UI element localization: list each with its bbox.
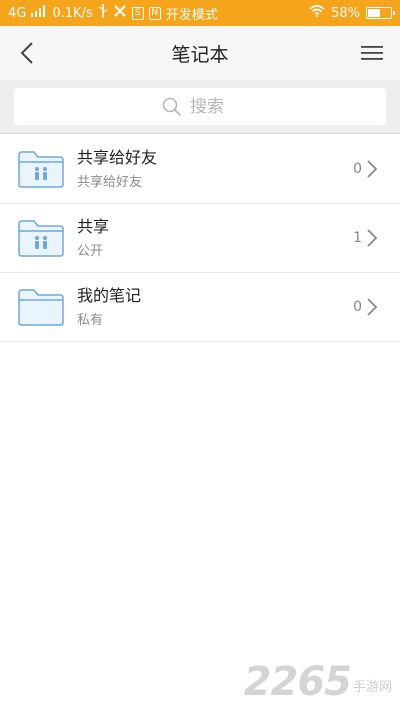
notebook-texts: 共享给好友 共享给好友 bbox=[77, 148, 353, 190]
app-s-icon: S bbox=[131, 6, 144, 20]
shared-folder-icon bbox=[18, 220, 64, 257]
notebook-row-shared-to-friends[interactable]: 共享给好友 共享给好友 0 bbox=[0, 135, 400, 204]
watermark-text: 手游网 bbox=[352, 680, 392, 695]
search-box[interactable] bbox=[14, 88, 386, 125]
chevron-left-icon bbox=[20, 42, 33, 64]
notebook-list: 共享给好友 共享给好友 0 共享 公开 1 我的笔记 私有 0 bbox=[0, 135, 400, 342]
status-bar: 4G 0.1K/s S N 开发模式 58% bbox=[0, 0, 400, 26]
tools-icon bbox=[113, 4, 127, 22]
folder-icon bbox=[18, 289, 64, 326]
notebook-subtitle: 共享给好友 bbox=[77, 175, 143, 190]
notebook-subtitle: 私有 bbox=[77, 313, 104, 328]
notebook-title: 我的笔记 bbox=[77, 286, 142, 305]
chevron-right-icon bbox=[366, 296, 384, 318]
chevron-right-icon bbox=[366, 158, 384, 180]
notebook-count: 0 bbox=[353, 161, 362, 177]
notebook-count: 1 bbox=[353, 230, 362, 246]
notebook-row-my-notes[interactable]: 我的笔记 私有 0 bbox=[0, 273, 400, 342]
watermark-number: 2265 bbox=[243, 659, 352, 705]
chevron-right-icon bbox=[366, 227, 384, 249]
network-speed: 0.1K/s bbox=[52, 5, 93, 21]
battery-percent: 58% bbox=[331, 5, 360, 21]
back-button[interactable] bbox=[12, 38, 42, 68]
app-n-icon: N bbox=[148, 6, 161, 20]
notebook-subtitle: 公开 bbox=[77, 244, 104, 259]
hamburger-menu-icon bbox=[361, 46, 383, 60]
notebook-row-shared[interactable]: 共享 公开 1 bbox=[0, 204, 400, 273]
menu-button[interactable] bbox=[358, 39, 386, 67]
notebook-count: 0 bbox=[353, 299, 362, 315]
notebook-texts: 共享 公开 bbox=[77, 217, 353, 259]
search-bar-container bbox=[0, 80, 400, 134]
network-type: 4G bbox=[8, 5, 27, 21]
usb-icon bbox=[98, 4, 108, 22]
search-input[interactable] bbox=[190, 96, 238, 117]
search-icon bbox=[162, 97, 182, 116]
nav-bar: 笔记本 bbox=[0, 26, 400, 80]
wifi-icon bbox=[309, 5, 325, 21]
notebook-texts: 我的笔记 私有 bbox=[77, 286, 353, 328]
page-title: 笔记本 bbox=[171, 43, 229, 66]
notebook-title: 共享 bbox=[77, 217, 110, 236]
notebook-title: 共享给好友 bbox=[77, 148, 158, 167]
signal-icon bbox=[31, 5, 47, 21]
battery-icon bbox=[366, 7, 395, 19]
watermark: 2265 手游网 bbox=[244, 659, 392, 705]
shared-folder-icon bbox=[18, 151, 64, 188]
dev-mode-label: 开发模式 bbox=[165, 7, 218, 23]
